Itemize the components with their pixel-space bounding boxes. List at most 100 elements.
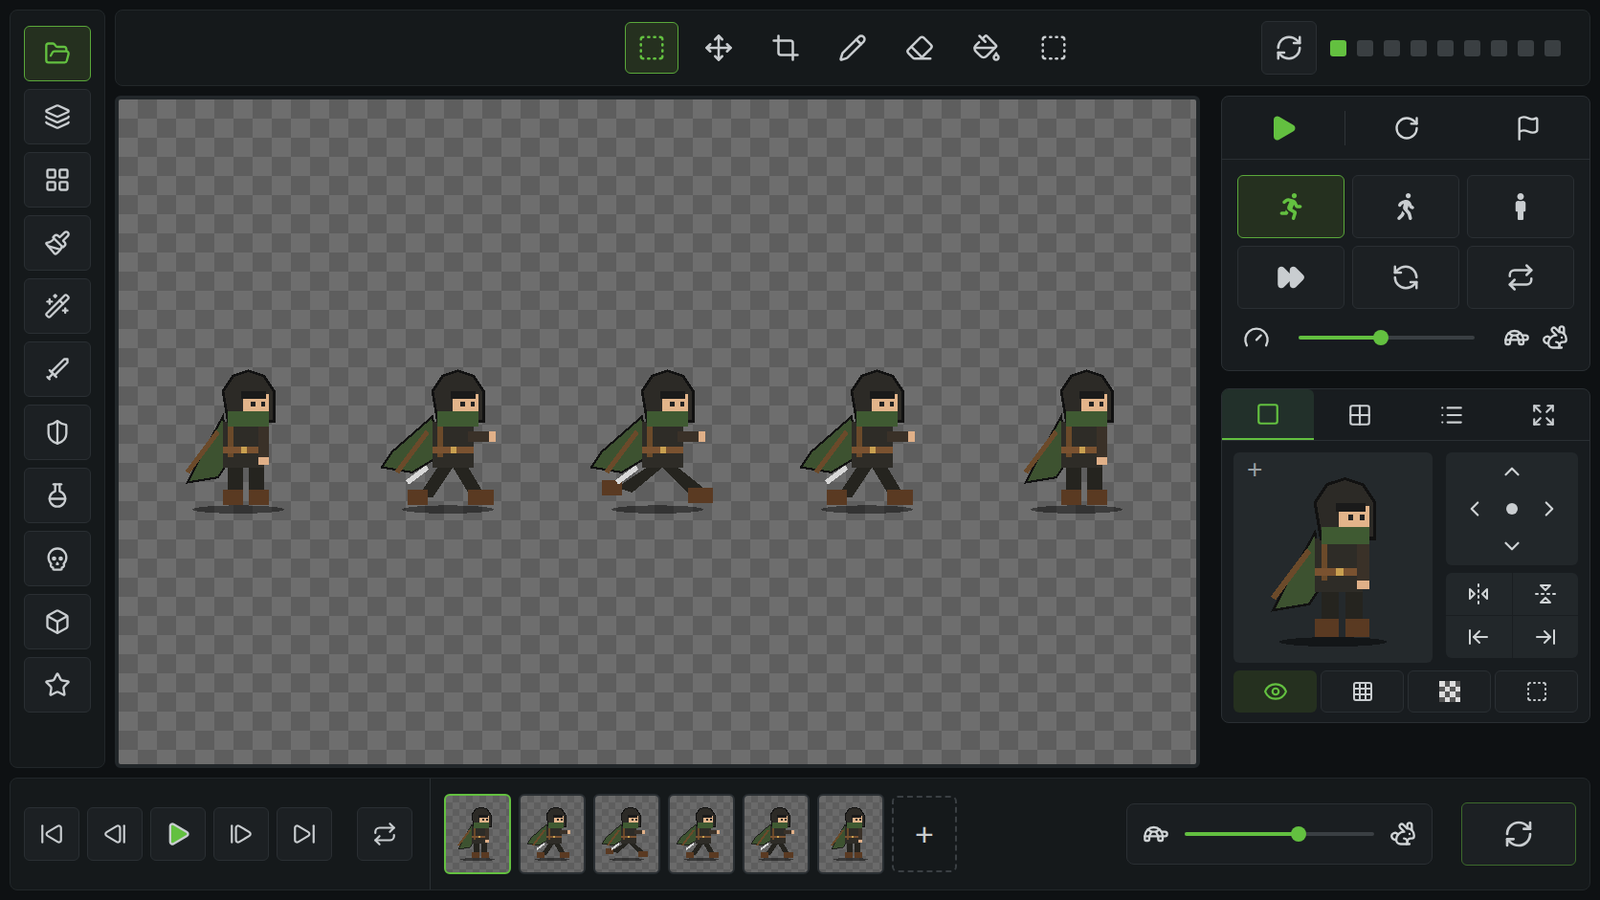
- add-marker[interactable]: +: [1246, 456, 1263, 484]
- canvas-sprite: [156, 360, 320, 524]
- preview-tab[interactable]: [1497, 389, 1590, 441]
- shift-right-icon: [1533, 625, 1557, 649]
- cycle-button[interactable]: [1352, 245, 1460, 310]
- preview-tab[interactable]: [1313, 389, 1406, 441]
- page-dot[interactable]: [1464, 40, 1481, 57]
- mode-button[interactable]: [1466, 175, 1575, 239]
- flip-v-button[interactable]: [1512, 573, 1579, 616]
- play-button[interactable]: [1222, 113, 1345, 143]
- add-frame-button[interactable]: +: [891, 796, 957, 873]
- tool-button[interactable]: [959, 22, 1014, 74]
- refresh-button[interactable]: [1461, 802, 1577, 867]
- frame-sprite: [670, 803, 733, 866]
- flip-h-button[interactable]: [1445, 573, 1512, 616]
- skip-forward-icon: [291, 822, 317, 847]
- prev-frame-button[interactable]: [87, 807, 143, 862]
- sidebar-item[interactable]: [23, 25, 91, 82]
- sidebar-item[interactable]: [23, 657, 91, 713]
- sidebar-item[interactable]: [23, 152, 91, 208]
- tool-button[interactable]: [758, 22, 813, 74]
- timeline-play-button[interactable]: [150, 807, 206, 862]
- tool-button[interactable]: [1026, 22, 1081, 74]
- shift-left-icon: [1466, 625, 1490, 649]
- last-frame-button[interactable]: [276, 807, 333, 862]
- skip-back-icon: [39, 822, 65, 847]
- cube-icon: [44, 608, 71, 636]
- shift-right-button[interactable]: [1512, 616, 1579, 659]
- view-toggle[interactable]: [1320, 670, 1404, 713]
- frame-sprite: [596, 803, 658, 866]
- frame-thumbnail[interactable]: [817, 794, 885, 875]
- frame-thumbnail[interactable]: [593, 794, 661, 875]
- mode-button[interactable]: [1352, 175, 1460, 239]
- shift-left-button[interactable]: [1445, 616, 1512, 659]
- sidebar-item[interactable]: [23, 215, 91, 271]
- potion-icon: [44, 482, 71, 510]
- star-icon: [44, 671, 71, 699]
- sidebar-item[interactable]: [23, 88, 91, 145]
- repeat-button[interactable]: [1466, 245, 1575, 310]
- preview-tab[interactable]: [1222, 389, 1314, 441]
- sidebar-item[interactable]: [23, 531, 91, 587]
- frame-thumbnail[interactable]: [742, 794, 810, 875]
- sidebar-item[interactable]: [23, 404, 91, 461]
- page-dot[interactable]: [1490, 40, 1508, 57]
- page-dot[interactable]: [1383, 40, 1400, 57]
- loop-toggle[interactable]: [356, 807, 413, 862]
- view-toggle[interactable]: [1407, 670, 1491, 713]
- tool-button[interactable]: [624, 22, 679, 74]
- canvas[interactable]: [114, 95, 1200, 769]
- walk-icon: [1392, 193, 1420, 221]
- repeat-icon: [1506, 263, 1535, 292]
- brush-icon: [44, 229, 71, 257]
- center-dot: [1506, 503, 1518, 515]
- refresh-icon: [1274, 33, 1304, 63]
- sidebar-item[interactable]: [23, 594, 91, 650]
- view-toggle[interactable]: [1494, 670, 1578, 713]
- flag-button[interactable]: [1466, 114, 1590, 142]
- page-dot[interactable]: [1410, 40, 1427, 57]
- tool-button[interactable]: [691, 22, 746, 74]
- folder-icon: [44, 40, 71, 67]
- run-icon: [1277, 193, 1305, 221]
- speed-slider[interactable]: [1298, 330, 1475, 346]
- sidebar-item[interactable]: [23, 278, 91, 334]
- page-dot[interactable]: [1356, 40, 1374, 57]
- pencil-icon: [838, 33, 867, 63]
- next-frame-button[interactable]: [213, 807, 269, 862]
- frame-thumbnail[interactable]: [667, 794, 735, 875]
- page-dots: [1330, 40, 1580, 57]
- sync-button[interactable]: [1261, 21, 1317, 75]
- flip-vertical-icon: [1533, 582, 1557, 606]
- view-toggle[interactable]: [1233, 670, 1317, 713]
- page-dot[interactable]: [1517, 40, 1534, 57]
- first-frame-button[interactable]: [23, 807, 80, 862]
- play-icon: [164, 821, 192, 848]
- nudge-pad[interactable]: [1445, 452, 1578, 566]
- playback-speed-slider[interactable]: [1184, 826, 1375, 843]
- page-dot[interactable]: [1330, 40, 1347, 57]
- down-icon: [1499, 533, 1525, 559]
- step-forward-icon: [228, 822, 254, 847]
- left-icon: [1462, 496, 1488, 522]
- frame-thumbnail[interactable]: [444, 794, 512, 875]
- loop-icon: [372, 822, 398, 847]
- canvas-sprite: [785, 360, 949, 524]
- tool-button[interactable]: [892, 22, 947, 74]
- grid-icon: [44, 166, 71, 194]
- page-dot[interactable]: [1437, 40, 1454, 57]
- preview-tab[interactable]: [1405, 389, 1498, 441]
- sidebar-item[interactable]: [23, 341, 91, 398]
- sidebar-item[interactable]: [23, 467, 91, 524]
- toolbar: [114, 9, 1591, 87]
- sword-icon: [44, 355, 71, 383]
- fast-forward-button[interactable]: [1237, 245, 1345, 310]
- loop-button[interactable]: [1345, 114, 1468, 142]
- selection-icon: [1039, 33, 1068, 63]
- mode-button[interactable]: [1237, 175, 1345, 239]
- sprite-editor: ++: [0, 0, 1600, 900]
- frame-thumbnail[interactable]: [518, 794, 586, 875]
- tool-button[interactable]: [825, 22, 880, 74]
- rotate-icon: [1393, 114, 1421, 142]
- page-dot[interactable]: [1544, 40, 1561, 57]
